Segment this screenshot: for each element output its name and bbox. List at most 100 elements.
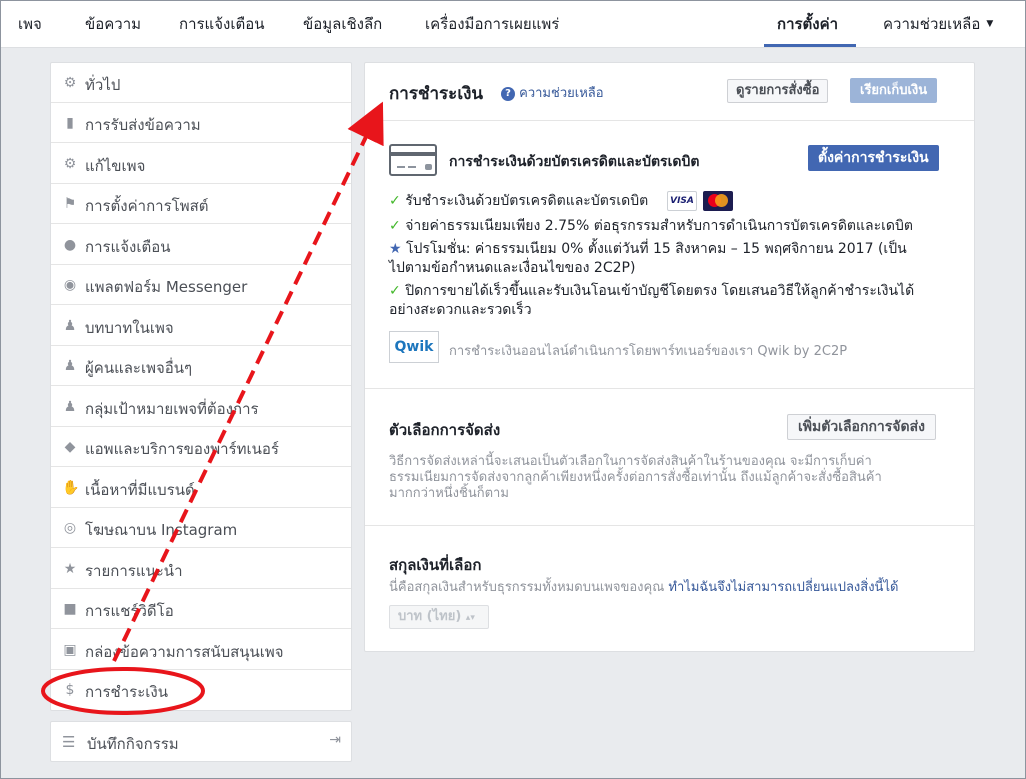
- check-icon: ✓: [389, 193, 401, 209]
- sidebar-item-partner-apps[interactable]: ◆ แอพและบริการของพาร์ทเนอร์: [51, 427, 351, 467]
- currency-why-link[interactable]: ทำไมฉันจึงไม่สามารถเปลี่ยนแปลงสิ่งนี้ได้: [668, 580, 898, 595]
- top-navigation: เพจ ข้อความ การแจ้งเตือน ข้อมูลเชิงลึก เ…: [1, 1, 1025, 48]
- card-payment-title: การชำระเงินด้วยบัตรเครดิตและบัตรเดบิต: [449, 154, 700, 170]
- nav-help-label: ความช่วยเหลือ: [883, 15, 981, 33]
- qwik-logo: Qwik: [389, 331, 439, 363]
- sidebar-item-label: การชำระเงิน: [85, 683, 168, 701]
- facebook-icon: ▣: [63, 642, 77, 658]
- sidebar-item-messaging[interactable]: ▮ การรับส่งข้อความ: [51, 103, 351, 143]
- video-icon: ■: [63, 601, 77, 617]
- currency-desc-text: นี่คือสกุลเงินสำหรับธุรกรรมทั้งหมดบนเพจข…: [389, 580, 665, 595]
- bullet-text: จ่ายค่าธรรมเนียมเพียง 2.75% ต่อธุรกรรมสำ…: [405, 218, 913, 234]
- divider: [365, 120, 974, 121]
- sidebar-item-messenger-platform[interactable]: ◉ แพลตฟอร์ม Messenger: [51, 265, 351, 305]
- sidebar-item-label: แพลตฟอร์ม Messenger: [85, 278, 248, 296]
- nav-page[interactable]: เพจ: [18, 1, 42, 48]
- sidebar-item-label: รายการแนะนำ: [85, 562, 183, 580]
- bullet-text: ปิดการขายได้เร็วขึ้นและรับเงินโอนเข้าบัญ…: [405, 283, 915, 299]
- select-arrows-icon: ▴▾: [465, 613, 475, 623]
- sidebar-item-label: แก้ไขเพจ: [85, 157, 146, 175]
- sidebar-item-label: แอพและบริการของพาร์ทเนอร์: [85, 440, 279, 458]
- divider: [365, 525, 974, 526]
- sidebar-item-label: กลุ่มเป้าหมายเพจที่ต้องการ: [85, 400, 259, 418]
- handshake-icon: ✋: [62, 480, 80, 496]
- globe-icon: ●: [63, 237, 77, 253]
- sidebar-item-post-settings[interactable]: ⚑ การตั้งค่าการโพสต์: [51, 184, 351, 224]
- sidebar-item-support-inbox[interactable]: ▣ กล่องข้อความการสนับสนุนเพจ: [51, 630, 351, 670]
- nav-active-indicator: [764, 44, 856, 47]
- sidebar-item-label: การรับส่งข้อความ: [85, 116, 201, 134]
- shipping-description: วิธีการจัดส่งเหล่านี้จะเสนอเป็นตัวเลือกใ…: [389, 454, 882, 502]
- gear-icon: ⚙: [63, 156, 77, 172]
- help-link[interactable]: ? ความช่วยเหลือ: [501, 82, 604, 103]
- sidebar-item-general[interactable]: ⚙ ทั่วไป: [51, 63, 351, 103]
- sidebar-item-people-other-pages[interactable]: ♟ ผู้คนและเพจอื่นๆ: [51, 346, 351, 386]
- shipping-desc-line: วิธีการจัดส่งเหล่านี้จะเสนอเป็นตัวเลือกใ…: [389, 454, 872, 469]
- flag-icon: ⚑: [63, 196, 77, 212]
- setup-payment-button[interactable]: ตั้งค่าการชำระเงิน: [808, 145, 939, 171]
- bullet-text: อย่างสะดวกและรวดเร็ว: [389, 302, 532, 318]
- sidebar-item-page-roles[interactable]: ♟ บทบาทในเพจ: [51, 306, 351, 346]
- shipping-desc-line: ธรรมเนียมการจัดส่งจากลูกค้าเพียงหนึ่งครั…: [389, 470, 882, 485]
- export-icon: ⇥: [329, 732, 341, 748]
- nav-notifications[interactable]: การแจ้งเตือน: [179, 1, 264, 48]
- list-icon: ☰: [62, 733, 76, 751]
- sidebar-item-label: เนื้อหาที่มีแบรนด์: [85, 481, 195, 499]
- activity-log-label: บันทึกกิจกรรม: [87, 735, 179, 753]
- bullet-text: รับชำระเงินด้วยบัตรเครดิตและบัตรเดบิต: [405, 193, 649, 209]
- person-icon: ♟: [63, 318, 77, 334]
- nav-publishing-tools[interactable]: เครื่องมือการเผยแพร่: [425, 1, 559, 48]
- bullet-text: ไปตามข้อกำหนดและเงื่อนไขของ 2C2P): [389, 260, 636, 276]
- page-title: การชำระเงิน: [389, 84, 484, 104]
- sidebar-item-payments[interactable]: $ การชำระเงิน: [51, 670, 351, 710]
- nav-insights[interactable]: ข้อมูลเชิงลึก: [303, 1, 382, 48]
- currency-title: สกุลเงินที่เลือก: [389, 556, 482, 574]
- partner-note: การชำระเงินออนไลน์ดำเนินการโดยพาร์ทเนอร์…: [449, 344, 848, 359]
- credit-card-icon: [389, 144, 437, 176]
- divider: [365, 388, 974, 389]
- sidebar-item-label: ผู้คนและเพจอื่นๆ: [85, 359, 193, 377]
- sidebar-item-featured[interactable]: ★ รายการแนะนำ: [51, 549, 351, 589]
- currency-description: นี่คือสกุลเงินสำหรับธุรกรรมทั้งหมดบนเพจข…: [389, 576, 898, 597]
- view-orders-button[interactable]: ดูรายการสั่งซื้อ: [727, 79, 829, 103]
- sidebar-item-label: การแชร์วิดีโอ: [85, 602, 174, 620]
- star-icon: ★: [389, 241, 402, 257]
- chat-icon: ▮: [66, 115, 74, 131]
- mastercard-logo: [703, 191, 733, 211]
- shipping-desc-line: มากกว่าหนึ่งชิ้นก็ตาม: [389, 486, 509, 501]
- help-link-label: ความช่วยเหลือ: [519, 86, 604, 101]
- question-icon: ?: [501, 87, 515, 101]
- nav-settings[interactable]: การตั้งค่า: [777, 1, 838, 48]
- messenger-icon: ◉: [63, 277, 77, 293]
- sidebar-item-label: การแจ้งเตือน: [85, 238, 171, 256]
- sidebar-item-label: บทบาทในเพจ: [85, 319, 174, 337]
- bullet-promotion: ★ โปรโมชั่น: ค่าธรรมเนียม 0% ตั้งแต่วันท…: [389, 240, 959, 278]
- sidebar-item-crossposting[interactable]: ■ การแชร์วิดีโอ: [51, 589, 351, 629]
- collect-payment-button[interactable]: เรียกเก็บเงิน: [850, 78, 938, 103]
- sidebar-item-branded-content[interactable]: ✋ เนื้อหาที่มีแบรนด์: [51, 468, 351, 508]
- bullet-faster-sales: ✓ ปิดการขายได้เร็วขึ้นและรับเงินโอนเข้าบ…: [389, 282, 959, 320]
- shipping-title: ตัวเลือกการจัดส่ง: [389, 421, 501, 439]
- payments-panel: การชำระเงิน ? ความช่วยเหลือ ดูรายการสั่ง…: [364, 62, 975, 652]
- visa-logo: VISA: [667, 191, 697, 211]
- star-icon: ★: [63, 561, 77, 577]
- people-star-icon: ♟: [63, 399, 77, 415]
- bullet-fee: ✓ จ่ายค่าธรรมเนียมเพียง 2.75% ต่อธุรกรรม…: [389, 217, 913, 236]
- check-icon: ✓: [389, 218, 401, 234]
- sidebar-item-instagram-ads[interactable]: ◎ โฆษณาบน Instagram: [51, 508, 351, 548]
- caret-down-icon: ▼: [986, 19, 994, 29]
- sidebar-item-label: โฆษณาบน Instagram: [85, 521, 238, 539]
- add-shipping-button[interactable]: เพิ่มตัวเลือกการจัดส่ง: [787, 414, 936, 440]
- sidebar-item-notifications[interactable]: ● การแจ้งเตือน: [51, 225, 351, 265]
- settings-sidebar: ⚙ ทั่วไป ▮ การรับส่งข้อความ ⚙ แก้ไขเพจ ⚑…: [50, 62, 352, 711]
- bullet-accept-cards: ✓ รับชำระเงินด้วยบัตรเครดิตและบัตรเดบิต: [389, 192, 648, 211]
- check-icon: ✓: [389, 283, 401, 299]
- sidebar-item-preferred-audience[interactable]: ♟ กลุ่มเป้าหมายเพจที่ต้องการ: [51, 387, 351, 427]
- nav-messages[interactable]: ข้อความ: [85, 1, 141, 48]
- dollar-icon: $: [65, 682, 75, 698]
- currency-select[interactable]: บาท (ไทย) ▴▾: [389, 605, 489, 629]
- activity-log-button[interactable]: ☰ บันทึกกิจกรรม ⇥: [50, 721, 352, 762]
- sidebar-item-label: การตั้งค่าการโพสต์: [85, 197, 209, 215]
- sidebar-item-edit-page[interactable]: ⚙ แก้ไขเพจ: [51, 144, 351, 184]
- nav-help[interactable]: ความช่วยเหลือ ▼: [883, 1, 993, 48]
